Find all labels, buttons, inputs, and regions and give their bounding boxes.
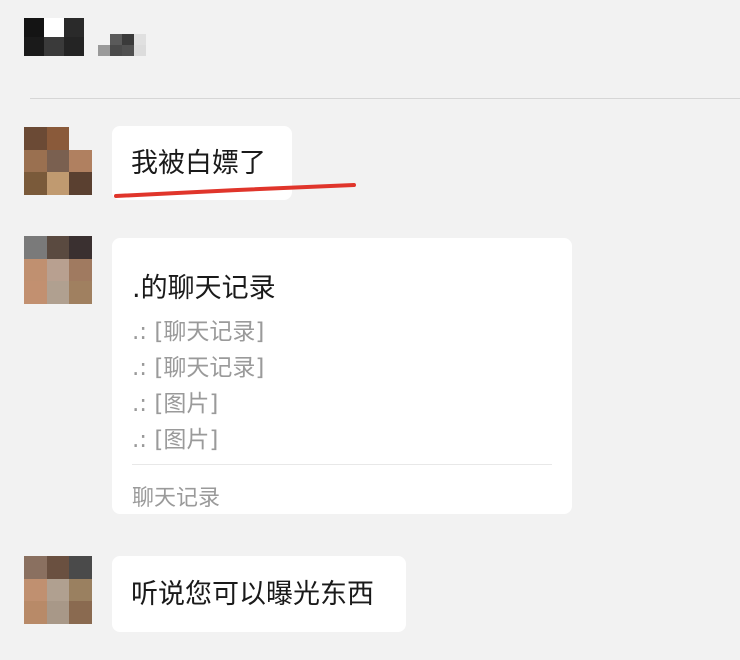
- forward-card-title: .的聊天记录: [132, 273, 276, 304]
- sender-avatar[interactable]: [24, 556, 92, 624]
- forward-preview-line: .: [图片]: [132, 391, 219, 417]
- forward-preview-line: .: [聊天记录]: [132, 319, 265, 345]
- forward-card-divider: [132, 464, 552, 465]
- chat-header: [0, 0, 740, 98]
- forward-preview-line: .: [聊天记录]: [132, 355, 265, 381]
- message-text: 听说您可以曝光东西: [131, 579, 374, 610]
- message-bubble[interactable]: 听说您可以曝光东西: [112, 556, 406, 632]
- forward-card-footer: 聊天记录: [132, 486, 221, 511]
- sender-avatar[interactable]: [24, 236, 92, 304]
- forward-preview-line: .: [图片]: [132, 427, 219, 453]
- message-bubble[interactable]: 我被白嫖了: [112, 126, 292, 200]
- header-divider: [30, 98, 740, 99]
- chat-title-censored: [24, 18, 84, 56]
- sender-avatar[interactable]: [24, 127, 92, 195]
- chat-subtitle-censored: [98, 34, 146, 56]
- message-text: 我被白嫖了: [131, 148, 266, 179]
- forwarded-chat-record-card[interactable]: .的聊天记录 .: [聊天记录] .: [聊天记录] .: [图片] .: [图…: [112, 238, 572, 514]
- forward-card-preview: .: [聊天记录] .: [聊天记录] .: [图片] .: [图片]: [132, 314, 264, 458]
